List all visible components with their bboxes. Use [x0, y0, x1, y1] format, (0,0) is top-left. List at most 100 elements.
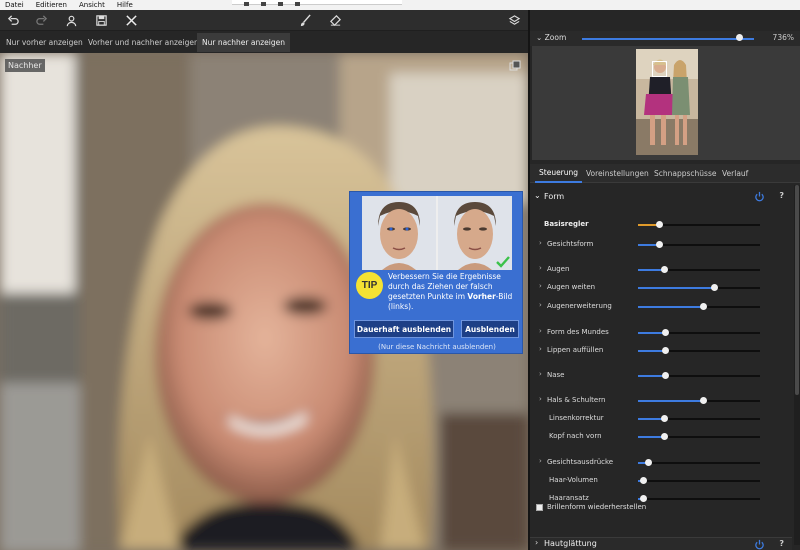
layers-icon[interactable]	[505, 12, 523, 29]
zoom-row: ⌄ Zoom 736%	[530, 31, 800, 46]
chevron-right-icon[interactable]: ›	[539, 264, 542, 272]
checkbox-box[interactable]	[536, 503, 543, 511]
close-icon[interactable]	[122, 12, 140, 29]
zoom-label[interactable]: ⌄ Zoom	[536, 33, 566, 42]
slider-track[interactable]	[638, 498, 760, 500]
redo-icon[interactable]	[32, 12, 50, 29]
power-icon[interactable]	[754, 539, 765, 550]
slider-fill	[638, 332, 665, 334]
slider-knob[interactable]	[639, 477, 647, 484]
slider-label: Form des Mundes	[547, 328, 609, 336]
slider-knob[interactable]	[710, 284, 718, 291]
slider-row: Haar-Volumen	[530, 474, 792, 488]
eraser-icon[interactable]	[326, 12, 344, 29]
slider-fill	[638, 400, 703, 402]
zoom-value: 736%	[772, 33, 794, 42]
zoom-label-text: Zoom	[544, 33, 567, 42]
slider-track[interactable]	[638, 462, 760, 464]
slider-row: › Gesichtsform	[530, 238, 792, 252]
tab-schnappschuesse[interactable]: Schnappschüsse	[650, 164, 720, 183]
chevron-right-icon[interactable]: ›	[539, 301, 542, 309]
help-icon[interactable]: ?	[779, 191, 784, 200]
panel-scrollbar[interactable]	[794, 185, 800, 545]
help-icon[interactable]: ?	[779, 539, 784, 548]
system-strip	[232, 0, 402, 6]
strip-mark	[278, 2, 283, 6]
slider-knob[interactable]	[655, 241, 663, 248]
slider-label: Augenerweiterung	[547, 302, 612, 310]
slider-knob[interactable]	[639, 495, 647, 502]
slider-label: Lippen auffüllen	[547, 346, 604, 354]
slider-fill	[638, 418, 664, 420]
slider-row: Kopf nach vorn	[530, 430, 792, 444]
slider-knob[interactable]	[660, 415, 668, 422]
slider-label: Haaransatz	[549, 494, 589, 502]
slider-knob[interactable]	[661, 372, 669, 379]
brush-icon[interactable]	[296, 12, 314, 29]
menu-datei[interactable]: Datei	[5, 0, 24, 10]
chevron-right-icon[interactable]: ›	[539, 239, 542, 247]
strip-mark	[295, 2, 300, 6]
slider-knob[interactable]	[699, 303, 707, 310]
slider-label: Nase	[547, 371, 565, 379]
slider-knob[interactable]	[655, 221, 663, 228]
section-form-header[interactable]: ⌄ Form ?	[530, 190, 792, 205]
chevron-right-icon[interactable]: ›	[539, 370, 542, 378]
menu-hilfe[interactable]: Hilfe	[117, 0, 133, 10]
tab-voreinstellungen[interactable]: Voreinstellungen	[582, 164, 653, 183]
chevron-down-icon: ⌄	[534, 191, 541, 200]
navigator-preview[interactable]	[532, 46, 800, 160]
after-label: Nachher	[5, 59, 45, 72]
slider-fill	[638, 287, 714, 289]
hide-button[interactable]: Ausblenden	[461, 320, 519, 338]
face-select-icon[interactable]	[62, 12, 80, 29]
slider-knob[interactable]	[661, 329, 669, 336]
slider-knob[interactable]	[661, 347, 669, 354]
tab-before-and-after[interactable]: Vorher und nachher anzeigen	[83, 33, 204, 52]
slider-row: › Augen weiten	[530, 281, 792, 295]
chevron-right-icon[interactable]: ›	[539, 395, 542, 403]
slider-label: Augen	[547, 265, 570, 273]
section-skin-smoothing-header[interactable]: › Hautglättung ?	[530, 537, 792, 550]
power-icon[interactable]	[754, 191, 765, 202]
zoom-slider-knob[interactable]	[736, 34, 743, 41]
hide-permanently-button[interactable]: Dauerhaft ausblenden	[354, 320, 454, 338]
undo-icon[interactable]	[4, 12, 22, 29]
slider-knob[interactable]	[660, 433, 668, 440]
view-mode-tabs: Nur vorher anzeigen Vorher und nachher a…	[0, 31, 528, 53]
slider-row: › Nase	[530, 369, 792, 383]
chevron-right-icon[interactable]: ›	[539, 327, 542, 335]
before-face-image	[362, 196, 436, 270]
tab-after-only[interactable]: Nur nachher anzeigen	[197, 33, 291, 52]
navigator-viewport-rect[interactable]	[652, 61, 667, 77]
hide-this-message-link[interactable]: (Nur diese Nachricht ausblenden)	[350, 343, 524, 351]
chevron-right-icon[interactable]: ›	[539, 457, 542, 465]
tip-popup: TIP Verbessern Sie die Ergebnisse durch …	[349, 191, 523, 354]
after-face-image	[438, 196, 512, 270]
tip-example-images	[362, 196, 512, 270]
save-icon[interactable]	[92, 12, 110, 29]
slider-row: › Augen	[530, 263, 792, 277]
tab-steuerung[interactable]: Steuerung	[535, 164, 583, 183]
slider-knob[interactable]	[660, 266, 668, 273]
slider-fill	[638, 436, 664, 438]
checkbox-label: Brillenform wiederherstellen	[547, 503, 647, 511]
menubar: Datei Editieren Ansicht Hilfe	[0, 0, 800, 10]
slider-fill	[638, 306, 703, 308]
section-title: Hautglättung	[544, 539, 597, 548]
slider-knob[interactable]	[644, 459, 652, 466]
slider-knob[interactable]	[699, 397, 707, 404]
slider-label: Gesichtsform	[547, 240, 594, 248]
restore-glasses-checkbox[interactable]: Brillenform wiederherstellen	[536, 503, 646, 511]
zoom-slider-track[interactable]	[582, 38, 754, 40]
slider-track[interactable]	[638, 480, 760, 482]
right-panel: ⌄ Zoom 736% Steuerung Voreinstellungen S…	[528, 10, 800, 550]
chevron-right-icon[interactable]: ›	[539, 282, 542, 290]
menu-ansicht[interactable]: Ansicht	[79, 0, 105, 10]
scrollbar-thumb[interactable]	[795, 185, 799, 395]
menu-editieren[interactable]: Editieren	[36, 0, 67, 10]
tab-before-only[interactable]: Nur vorher anzeigen	[1, 33, 88, 52]
chevron-right-icon[interactable]: ›	[539, 345, 542, 353]
tab-verlauf[interactable]: Verlauf	[718, 164, 752, 183]
compare-view-icon[interactable]	[509, 60, 521, 72]
